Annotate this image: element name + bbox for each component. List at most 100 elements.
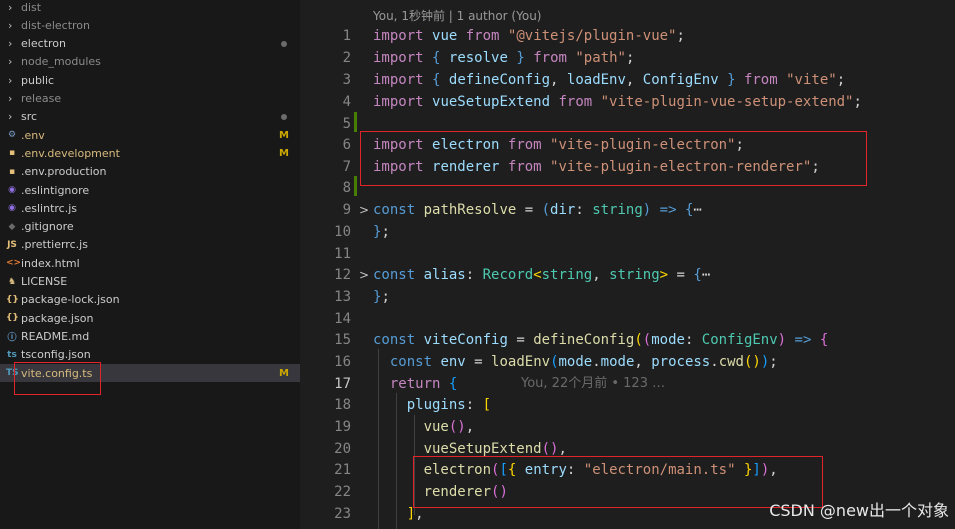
explorer-item-label: node_modules (21, 55, 101, 69)
watermark: CSDN @new出一个对象 (769, 501, 949, 520)
env-icon: ▪ (8, 166, 16, 177)
line-number: 6 (342, 137, 351, 153)
line-number: 11 (334, 246, 351, 262)
explorer-item-label: .env (21, 128, 45, 142)
line-number: 19 (334, 419, 351, 435)
explorer-folder[interactable]: › src (0, 108, 300, 126)
line-number: 10 (334, 224, 351, 240)
explorer-item-label: .env.production (21, 165, 107, 179)
eslint-icon: ◉ (8, 185, 16, 195)
html-icon: <> (6, 258, 22, 269)
line-number: 17 (334, 376, 351, 392)
info-icon: ⓘ (7, 332, 17, 343)
line-number: 14 (334, 311, 351, 327)
explorer-item-label: index.html (21, 256, 80, 270)
code-text: import vue from "@vitejs/plugin-vue"; (373, 28, 685, 44)
line-number: 16 (334, 354, 351, 370)
chevron-right-icon: › (8, 110, 13, 124)
explorer-file[interactable]: ◉ .eslintrc.js (0, 199, 300, 217)
explorer-item-label: .eslintrc.js (21, 201, 78, 215)
explorer-file[interactable]: ♞ LICENSE (0, 273, 300, 291)
explorer-folder[interactable]: › dist-electron (0, 16, 300, 34)
explorer-item-label: public (21, 73, 55, 87)
line-number: 18 (334, 397, 351, 413)
chevron-right-icon: › (8, 0, 13, 14)
code-line: 9 > const pathResolve = (dir: string) =>… (303, 199, 955, 221)
line-number: 9 (342, 202, 351, 218)
explorer-folder[interactable]: › electron (0, 35, 300, 53)
line-number: 4 (342, 94, 351, 110)
code-text: const pathResolve = (dir: string) => {⋯ (373, 202, 702, 218)
explorer-folder[interactable]: › public (0, 71, 300, 89)
explorer-file[interactable]: {} package.json (0, 309, 300, 327)
file-explorer: › dist › dist-electron › electron › node_module… (0, 0, 300, 529)
explorer-item-label: dist-electron (21, 18, 90, 32)
explorer-item-label: electron (21, 37, 66, 51)
code-line: 2 import { resolve } from "path"; (303, 47, 955, 69)
explorer-item-label: tsconfig.json (21, 348, 91, 362)
code-text: }; (373, 224, 390, 240)
explorer-file[interactable]: ◉ .eslintignore (0, 181, 300, 199)
code-text: vue(), (423, 419, 475, 435)
explorer-folder[interactable]: › node_modules (0, 53, 300, 71)
explorer-folder[interactable]: › release (0, 90, 300, 108)
code-text: }; (373, 289, 390, 305)
code-text: import { defineConfig, loadEnv, ConfigEn… (373, 72, 846, 88)
explorer-file[interactable]: JS .prettierrc.js (0, 236, 300, 254)
gear-icon: ⚙ (7, 130, 17, 141)
code-text: const env = loadEnv(mode.mode, process.c… (389, 354, 778, 370)
code-line: 16 const env = loadEnv(mode.mode, proces… (303, 351, 955, 373)
explorer-item-label: package.json (21, 311, 94, 325)
code-line: 10 }; (303, 221, 955, 243)
explorer-file[interactable]: ▪ .env.production (0, 163, 300, 181)
highlight-box-imports (360, 131, 867, 186)
explorer-file[interactable]: ⓘ README.md (0, 327, 300, 345)
line-number: 2 (342, 50, 351, 66)
license-icon: ♞ (7, 276, 17, 287)
explorer-file[interactable]: ⚙ .env M (0, 126, 300, 144)
git-status-badge: M (279, 129, 289, 141)
chevron-right-icon: › (8, 37, 13, 51)
explorer-item-label: .eslintignore (21, 183, 90, 197)
explorer-item-label: .env.development (21, 146, 120, 160)
code-line: 19 vue(), (303, 416, 955, 438)
line-number: 13 (334, 289, 351, 305)
explorer-folder[interactable]: › dist (0, 0, 300, 16)
fold-chevron-icon[interactable]: > (359, 199, 369, 221)
line-number: 8 (342, 180, 351, 196)
codelens-author[interactable]: You, 1秒钟前 | 1 author (You) (373, 7, 541, 24)
line-number: 1 (342, 28, 351, 44)
code-text: import { resolve } from "path"; (373, 50, 635, 66)
explorer-item-label: package-lock.json (21, 293, 120, 307)
highlight-box-plugins (413, 456, 823, 508)
git-status-badge: M (279, 367, 289, 379)
highlight-box-file (14, 362, 101, 395)
json-icon: {} (6, 313, 19, 324)
explorer-item-label: .gitignore (21, 220, 74, 234)
json-icon: {} (6, 294, 19, 305)
explorer-file[interactable]: <> index.html (0, 254, 300, 272)
explorer-file[interactable]: ▪ .env.development M (0, 144, 300, 162)
line-number: 22 (334, 484, 351, 500)
code-text: import vueSetupExtend from "vite-plugin-… (373, 94, 862, 110)
eslint-icon: ◉ (8, 203, 16, 214)
code-line: 17 return { You, 22个月前 • 123 … (303, 373, 955, 395)
explorer-file[interactable]: {} package-lock.json (0, 291, 300, 309)
code-text: const alias: Record<string, string> = {⋯ (373, 267, 711, 283)
code-editor[interactable]: You, 1秒钟前 | 1 author (You) 1 import vue … (303, 0, 955, 529)
code-text: const viteConfig = defineConfig((mode: C… (373, 332, 829, 348)
code-line: 14 (303, 308, 955, 330)
explorer-file[interactable]: ts tsconfig.json (0, 346, 300, 364)
explorer-file[interactable]: ◆ .gitignore (0, 218, 300, 236)
code-line: 1 import vue from "@vitejs/plugin-vue"; (303, 25, 955, 47)
explorer-item-label: src (21, 110, 38, 124)
chevron-right-icon: › (8, 55, 13, 69)
code-line: 13 }; (303, 286, 955, 308)
line-number: 5 (342, 116, 351, 132)
code-line: 11 (303, 243, 955, 265)
explorer-item-label: release (21, 92, 62, 105)
tsconfig-icon: ts (7, 349, 17, 360)
env-icon: ▪ (8, 148, 16, 159)
fold-chevron-icon[interactable]: > (359, 264, 369, 286)
code-line: 3 import { defineConfig, loadEnv, Config… (303, 69, 955, 91)
